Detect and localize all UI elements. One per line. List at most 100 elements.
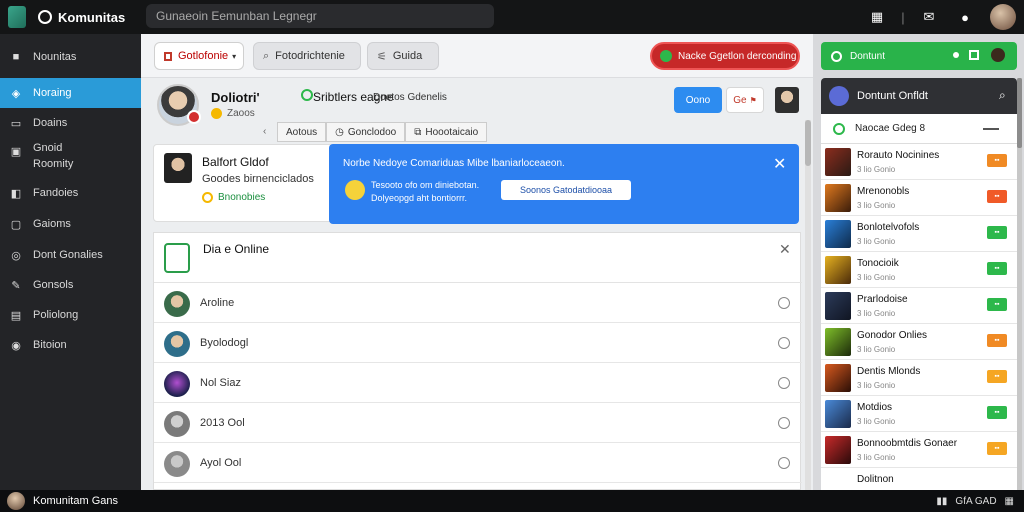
- list-item[interactable]: Bonnoobmtdis Gonaer 3 lio Gonio ▪▪: [821, 432, 1017, 468]
- radio-button[interactable]: [778, 377, 790, 389]
- list-item[interactable]: Nol Siaz: [154, 363, 802, 403]
- primary-button[interactable]: Oono: [674, 87, 722, 113]
- grid-icon[interactable]: ▦: [1005, 496, 1014, 507]
- list-item[interactable]: Mrenonobls 3 lio Gonio ▪▪: [821, 180, 1017, 216]
- list-item-meta: 3 lio Gonio: [857, 345, 896, 354]
- list-item[interactable]: Tonocioik 3 lio Gonio ▪▪: [821, 252, 1017, 288]
- scrollbar-thumb[interactable]: [805, 120, 811, 166]
- status-badge: ▪▪: [987, 298, 1007, 311]
- card-subtitle: Goodes birnenciclados: [202, 173, 314, 185]
- chevron-left-icon[interactable]: ‹: [263, 126, 266, 137]
- sidebar-item-explore[interactable]: ◈ Noraing: [0, 78, 141, 108]
- scrollbar-thumb[interactable]: [1017, 78, 1022, 148]
- notice-banner: Norbe Nedoye Comariduas Mibe lbaniarloce…: [329, 144, 799, 224]
- sidebar-item-library[interactable]: ▤ Poliolong: [0, 302, 141, 328]
- close-icon[interactable]: ✕: [779, 241, 791, 258]
- member-card[interactable]: Balfort Gldof Goodes birnenciclados Bnon…: [153, 144, 333, 222]
- status-badge: ▪▪: [987, 370, 1007, 383]
- list-item[interactable]: Dentis Mlonds 3 lio Gonio ▪▪: [821, 360, 1017, 396]
- filter-icon: [164, 51, 172, 61]
- list-item[interactable]: Ayol Ool: [154, 443, 802, 483]
- online-list: Dia e Online ✕ Aroline Byolodogl Nol Sia…: [153, 232, 802, 490]
- game-thumbnail: [825, 328, 851, 356]
- sidebar-item-messages[interactable]: ▭ Doains: [0, 110, 141, 136]
- tab-icon: ⧉: [414, 126, 422, 138]
- card-coins: Bnonobies: [218, 192, 266, 203]
- status-badge: ▪▪: [987, 262, 1007, 275]
- banner-title: Norbe Nedoye Comariduas Mibe lbaniarloce…: [343, 158, 565, 169]
- list-item[interactable]: Bonlotelvofols 3 lio Gonio ▪▪: [821, 216, 1017, 252]
- profile-header: Doliotri' Sribtlers eagne Doetos Gdeneli…: [141, 78, 813, 126]
- filter-dropdown[interactable]: Gotlofonie ▾: [154, 42, 244, 70]
- collapse-icon[interactable]: [983, 128, 999, 130]
- search-icon[interactable]: ⌕: [999, 88, 1006, 103]
- right-scrollbar[interactable]: [1017, 78, 1022, 490]
- list-item[interactable]: Rorauto Nocinines 3 lio Gonio ▪▪: [821, 144, 1017, 180]
- top-search-input[interactable]: Gunaeoin Eemunban Legnegr: [146, 4, 494, 28]
- sidebar: ■ Nounitas ◈ Noraing ▭ Doains ▣ Gnoid Ro…: [0, 34, 141, 490]
- list-item-meta: 3 lio Gonio: [857, 237, 896, 246]
- list-item[interactable]: Dolitnon: [821, 468, 1017, 490]
- sidebar-item-rooms[interactable]: ▣ Gnoid Roomity: [0, 142, 141, 178]
- card-title: Balfort Gldof: [202, 155, 269, 169]
- coin-icon: [211, 108, 222, 119]
- list-item[interactable]: Prarlodoise 3 lio Gonio ▪▪: [821, 288, 1017, 324]
- coin-icon: [202, 192, 213, 203]
- game-thumbnail: [825, 148, 851, 176]
- avatar: [164, 291, 190, 317]
- user-avatar[interactable]: [990, 4, 1016, 30]
- sidebar-item-controllers[interactable]: ◎ Dont Gonalies: [0, 242, 141, 268]
- main-scrollbar[interactable]: [805, 120, 811, 490]
- tab-connections[interactable]: ◷ Gonclodoo: [326, 122, 406, 142]
- sidebar-item-about[interactable]: ◉ Bitoion: [0, 332, 141, 358]
- tab-history[interactable]: ⧉ Hoootaicaio: [405, 122, 488, 142]
- contact-avatar[interactable]: [775, 87, 799, 113]
- sidebar-item-tools[interactable]: ✎ Gonsols: [0, 272, 141, 298]
- game-thumbnail: [825, 220, 851, 248]
- sidebar-item-favorites[interactable]: ◧ Fandoies: [0, 180, 141, 206]
- list-item[interactable]: Motdios 3 lio Gonio ▪▪: [821, 396, 1017, 432]
- cta-button[interactable]: Nacke Ggetlon derconding: [650, 42, 800, 70]
- list-item-meta: 3 lio Gonio: [857, 417, 896, 426]
- avatar: [164, 371, 190, 397]
- bottom-bar: Komunitam Gans ▮▮ GfA GAD ▦: [0, 490, 1024, 512]
- list-item[interactable]: Byolodogl: [154, 323, 802, 363]
- banner-action-button[interactable]: Soonos Gatodatdiooaa: [501, 180, 631, 200]
- list-item-label: Ayol Ool: [200, 457, 242, 469]
- guide-button[interactable]: ⚟ Guida: [367, 42, 439, 70]
- radio-button[interactable]: [778, 337, 790, 349]
- search-button[interactable]: ⌕ Fotodrichtenie: [253, 42, 361, 70]
- panel-title: Dontunt Onfldt: [857, 90, 928, 102]
- tab-actions[interactable]: Aotous: [277, 122, 327, 142]
- sidebar-item-games[interactable]: ▢ Gaioms: [0, 211, 141, 237]
- list-item-meta: 3 lio Gonio: [857, 381, 896, 390]
- pulse-icon: [164, 243, 190, 273]
- close-icon[interactable]: ✕: [773, 154, 786, 174]
- radio-button[interactable]: [778, 297, 790, 309]
- list-item[interactable]: Aroline: [154, 283, 802, 323]
- guide-label: Guida: [392, 50, 423, 62]
- list-item[interactable]: 2013 Ool: [154, 403, 802, 443]
- notification-icon[interactable]: ●: [952, 4, 978, 30]
- block-badge-icon: [187, 110, 201, 124]
- app-logo[interactable]: [8, 6, 26, 28]
- list-item-title: Motdios: [857, 402, 893, 413]
- user-avatar[interactable]: [7, 492, 25, 510]
- status-bar[interactable]: Dontunt: [821, 42, 1017, 70]
- radio-button[interactable]: [778, 457, 790, 469]
- chat-icon[interactable]: ✉: [916, 4, 942, 30]
- window-icon[interactable]: [969, 50, 979, 60]
- sidebar-item-label: Noraing: [33, 87, 72, 99]
- sidebar-item-label-group: Gnoid Roomity: [33, 142, 73, 170]
- list-item-title: Mrenonobls: [857, 186, 910, 197]
- tools-icon: ✎: [11, 279, 21, 292]
- list-item-title: Tonocioik: [857, 258, 899, 269]
- avatar[interactable]: [991, 48, 1005, 62]
- list-item[interactable]: Gonodor Onlies 3 lio Gonio ▪▪: [821, 324, 1017, 360]
- sidebar-item-home[interactable]: ■ Nounitas: [0, 44, 141, 70]
- grid-icon[interactable]: ▦: [864, 4, 890, 30]
- radio-button[interactable]: [778, 417, 790, 429]
- flag-button[interactable]: Ge ⚑: [726, 87, 764, 113]
- game-thumbnail: [825, 184, 851, 212]
- list-item-title: Rorauto Nocinines: [857, 150, 940, 161]
